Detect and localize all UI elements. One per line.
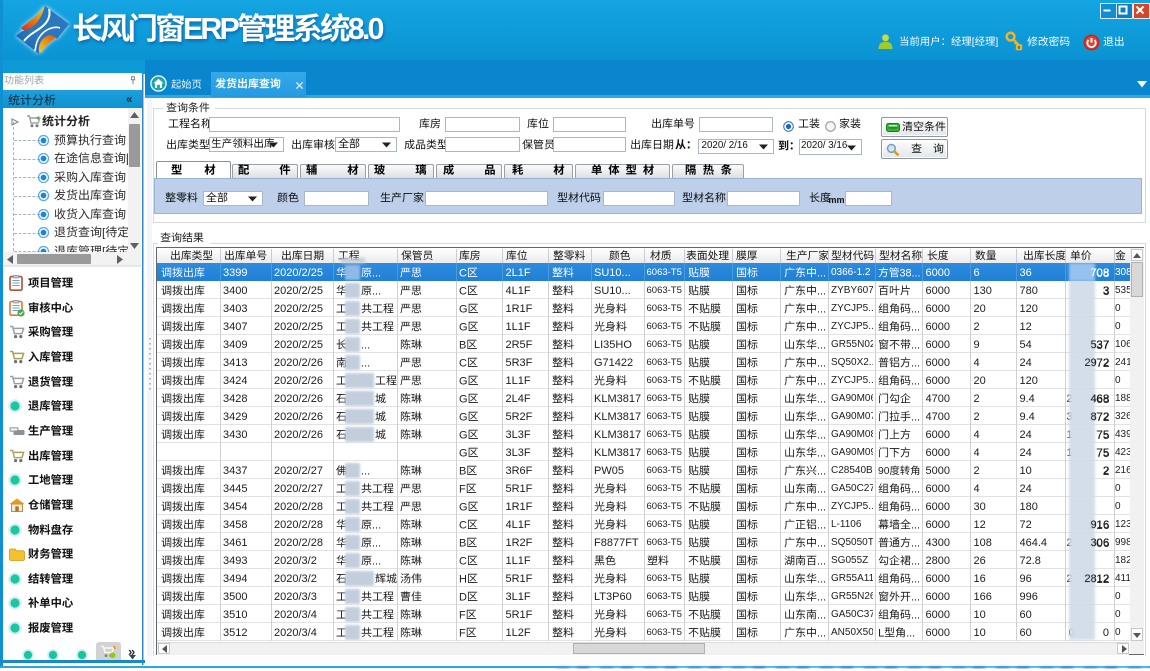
svg-text:F: F bbox=[459, 609, 466, 621]
svg-text:...: ... bbox=[816, 321, 825, 333]
svg-text:...: ... bbox=[816, 267, 825, 279]
svg-text:...: ... bbox=[911, 501, 920, 513]
svg-text:G: G bbox=[459, 303, 468, 315]
svg-text:G: G bbox=[459, 393, 468, 405]
svg-text:...: ... bbox=[372, 267, 381, 279]
svg-text:8.0: 8.0 bbox=[347, 12, 383, 46]
svg-text:C: C bbox=[459, 519, 467, 531]
svg-text:F: F bbox=[459, 627, 466, 639]
svg-text:[: [ bbox=[102, 225, 106, 239]
svg-text:...: ... bbox=[911, 303, 920, 315]
svg-text:...: ... bbox=[911, 573, 920, 585]
svg-text:...: ... bbox=[816, 465, 825, 477]
svg-text:...: ... bbox=[816, 519, 825, 531]
svg-text:G: G bbox=[459, 501, 468, 513]
svg-text:...: ... bbox=[911, 555, 920, 567]
svg-text:38...: 38... bbox=[900, 267, 921, 279]
svg-text:[: [ bbox=[972, 37, 975, 48]
svg-text:...: ... bbox=[361, 465, 370, 477]
svg-text:...: ... bbox=[816, 339, 825, 351]
svg-text:...: ... bbox=[372, 519, 381, 531]
svg-text:]: ] bbox=[995, 37, 998, 48]
svg-text:B: B bbox=[459, 537, 466, 549]
svg-text:...: ... bbox=[816, 285, 825, 297]
svg-text:B: B bbox=[459, 465, 466, 477]
svg-text:...: ... bbox=[816, 375, 825, 387]
svg-text:G: G bbox=[459, 375, 468, 387]
svg-text:...: ... bbox=[816, 591, 825, 603]
svg-text:...: ... bbox=[816, 501, 825, 513]
svg-text:...: ... bbox=[372, 555, 381, 567]
svg-text:...: ... bbox=[816, 357, 825, 369]
svg-text:...: ... bbox=[816, 411, 825, 423]
svg-text:...: ... bbox=[816, 447, 825, 459]
svg-text:...: ... bbox=[906, 627, 915, 639]
svg-text:C: C bbox=[459, 555, 467, 567]
svg-text:...: ... bbox=[816, 627, 825, 639]
svg-text:...: ... bbox=[911, 357, 920, 369]
svg-text:...: ... bbox=[816, 303, 825, 315]
svg-text:...: ... bbox=[911, 339, 920, 351]
svg-text:C: C bbox=[459, 285, 467, 297]
svg-text:...: ... bbox=[361, 357, 370, 369]
svg-text:...: ... bbox=[911, 591, 920, 603]
svg-text:C: C bbox=[459, 267, 467, 279]
svg-text:B: B bbox=[459, 339, 466, 351]
svg-text:G: G bbox=[459, 321, 468, 333]
svg-text:...: ... bbox=[911, 609, 920, 621]
svg-text:...: ... bbox=[816, 483, 825, 495]
svg-text:G: G bbox=[459, 447, 468, 459]
svg-text:L: L bbox=[878, 627, 884, 639]
svg-text:...: ... bbox=[816, 609, 825, 621]
svg-text:...: ... bbox=[816, 537, 825, 549]
svg-text:G: G bbox=[459, 429, 468, 441]
svg-text:...: ... bbox=[816, 555, 825, 567]
svg-text:...: ... bbox=[911, 411, 920, 423]
svg-text:G: G bbox=[459, 411, 468, 423]
svg-text:...: ... bbox=[372, 537, 381, 549]
svg-text:...: ... bbox=[816, 393, 825, 405]
svg-text:C: C bbox=[459, 357, 467, 369]
svg-text:...: ... bbox=[816, 429, 825, 441]
svg-text:...: ... bbox=[911, 537, 920, 549]
svg-text:...: ... bbox=[816, 573, 825, 585]
svg-text:ERP: ERP bbox=[182, 12, 239, 46]
svg-text:...: ... bbox=[372, 285, 381, 297]
svg-text:...: ... bbox=[911, 375, 920, 387]
svg-text:D: D bbox=[459, 591, 467, 603]
svg-text:...: ... bbox=[361, 339, 370, 351]
svg-text:90: 90 bbox=[878, 466, 890, 477]
svg-text:H: H bbox=[459, 573, 467, 585]
svg-text:...: ... bbox=[911, 519, 920, 531]
svg-text:F: F bbox=[459, 483, 466, 495]
svg-text:...: ... bbox=[911, 483, 920, 495]
svg-text:...: ... bbox=[911, 321, 920, 333]
